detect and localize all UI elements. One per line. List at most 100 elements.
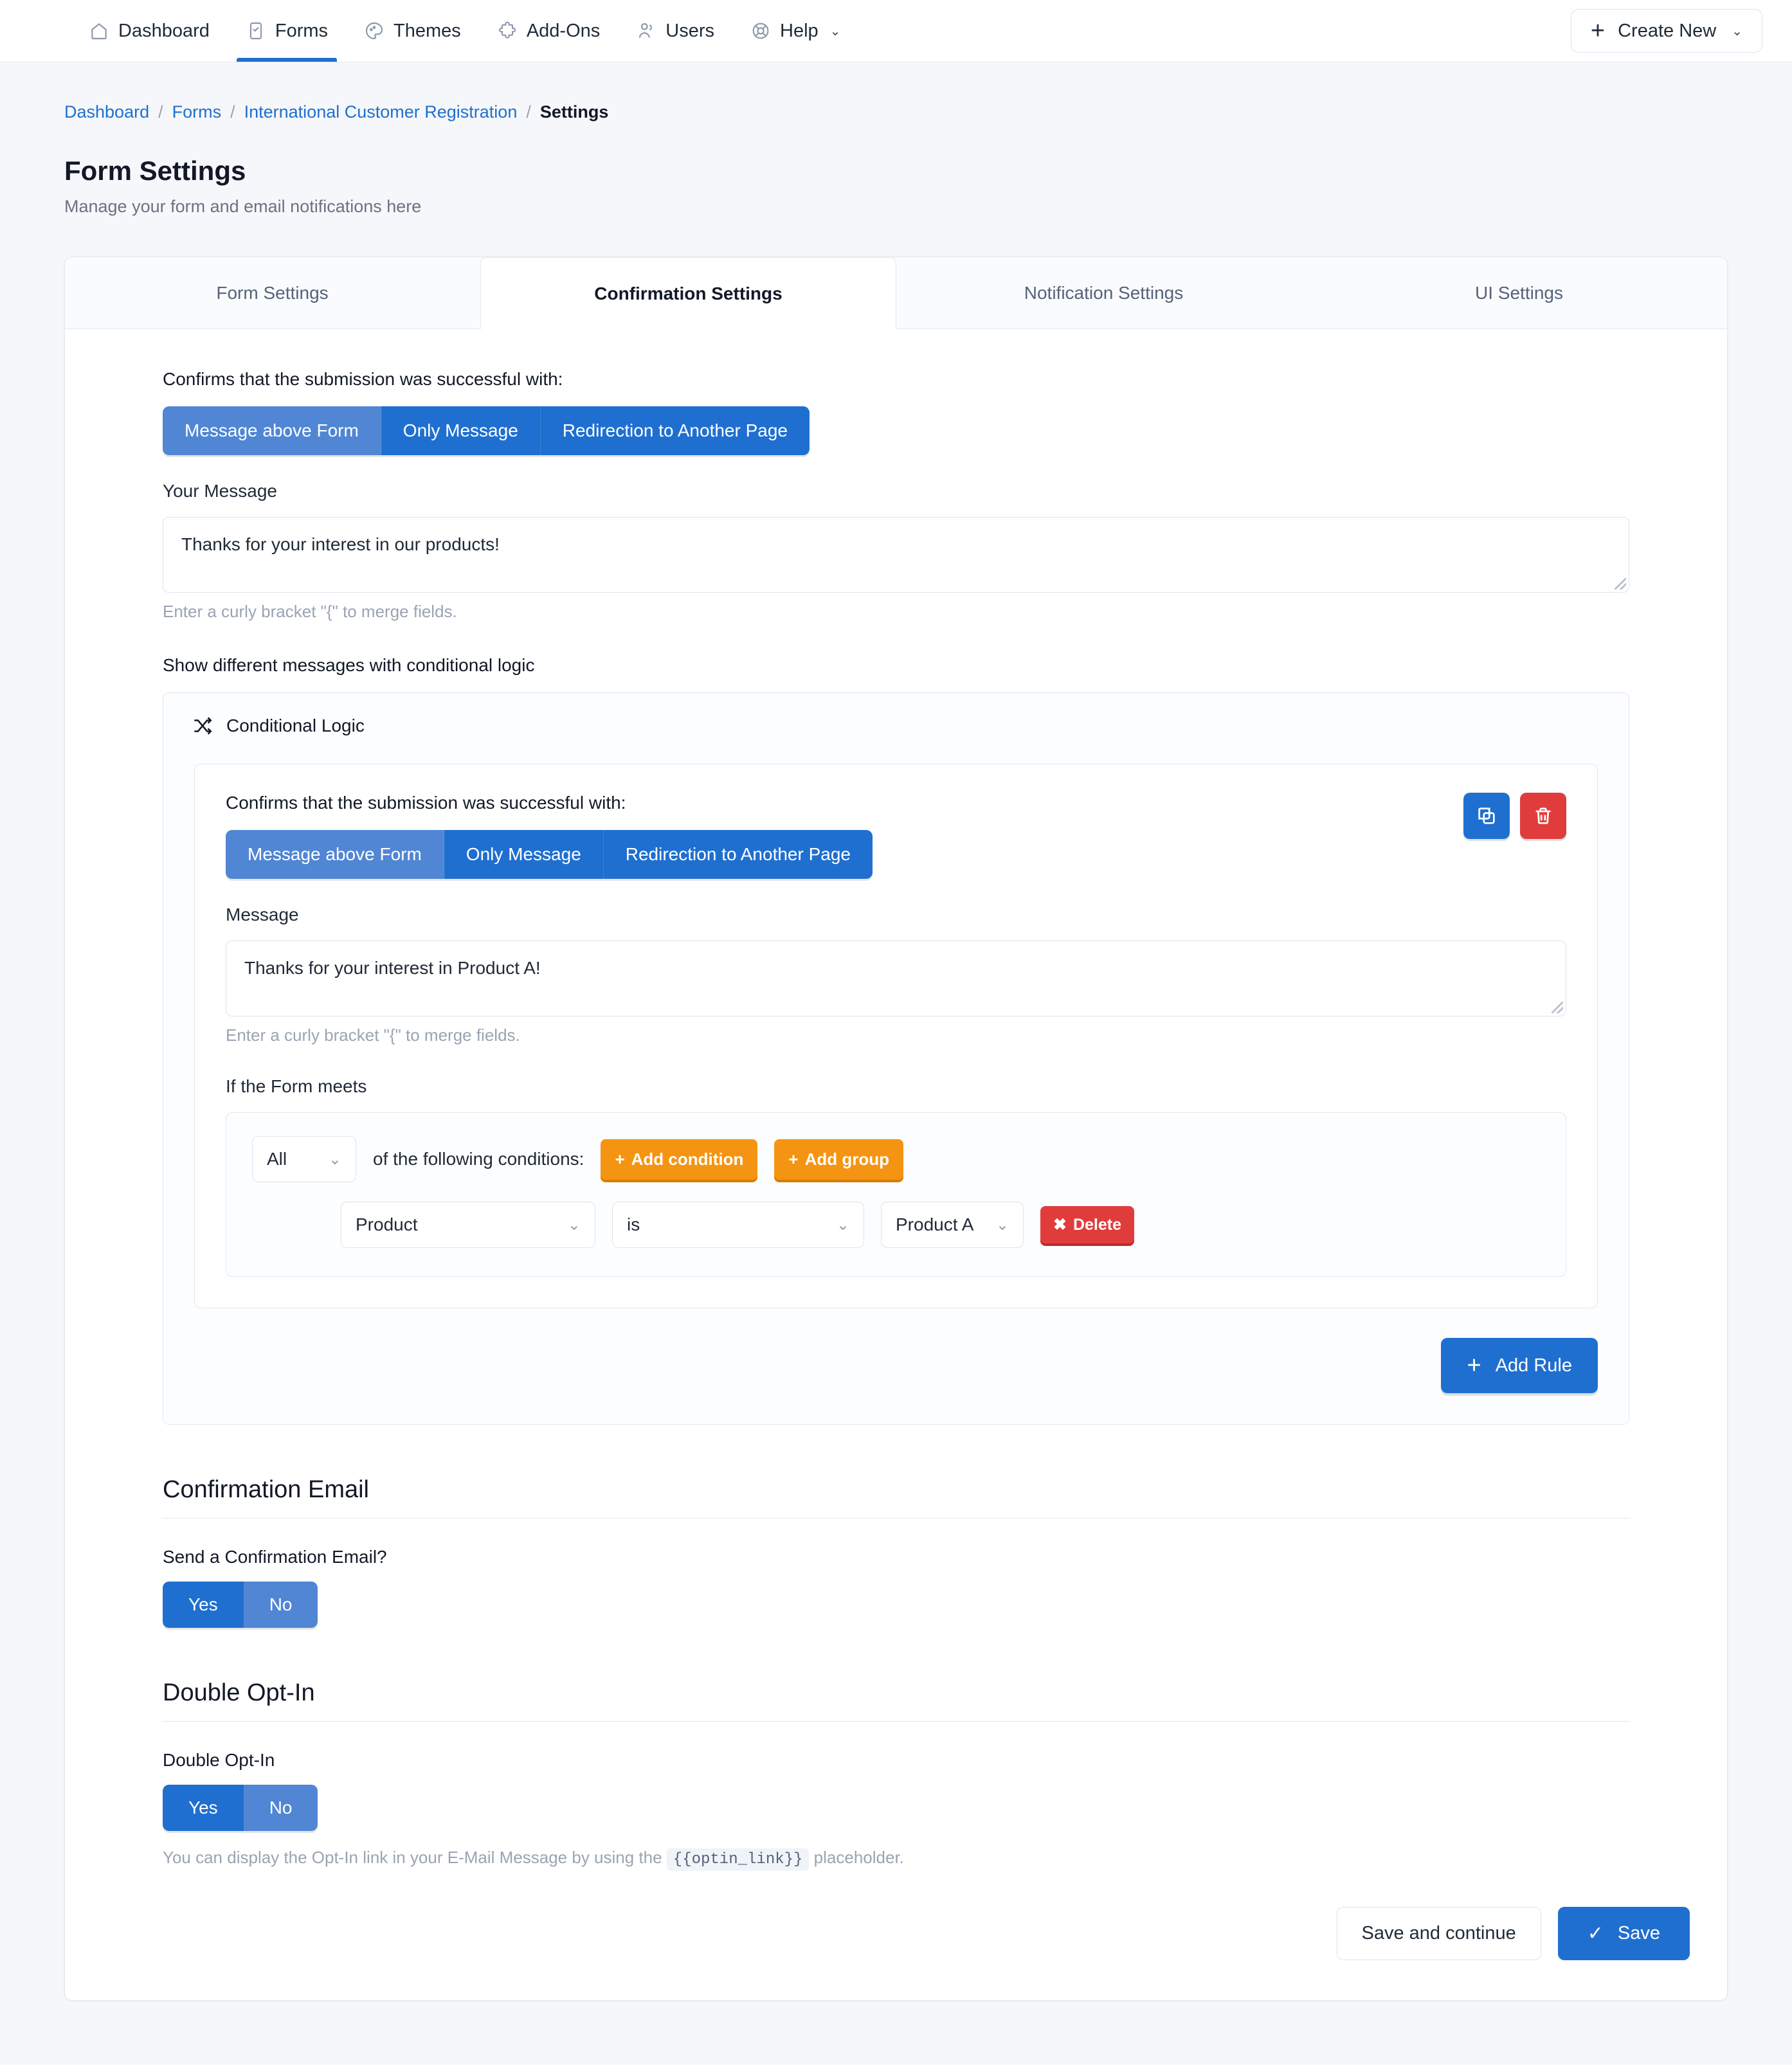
- shuffle-icon: [192, 715, 213, 737]
- conditions-controls-row: All ⌄ of the following conditions: + Add…: [252, 1136, 1540, 1182]
- rule-confirms-label: Confirms that the submission was success…: [226, 793, 626, 813]
- page-subtitle: Manage your form and email notifications…: [64, 197, 422, 216]
- chevron-down-icon: ⌄: [829, 24, 841, 39]
- card-footer: Save and continue ✓ Save: [65, 1868, 1727, 2000]
- home-icon: [89, 21, 109, 41]
- add-rule-row: + Add Rule: [163, 1308, 1629, 1424]
- nav-item-label: Themes: [394, 20, 461, 41]
- condition-row: Product ⌄ is ⌄ Product A ⌄ ✖ Delete: [252, 1202, 1540, 1248]
- breadcrumb-current: Settings: [539, 102, 609, 122]
- rule-actions: [1463, 793, 1566, 839]
- double-optin-toggle: Yes No: [163, 1785, 318, 1831]
- send-confirmation-email-toggle: Yes No: [163, 1582, 318, 1628]
- create-new-button[interactable]: + Create New ⌄: [1570, 9, 1762, 53]
- your-message-label: Your Message: [163, 481, 277, 501]
- mode-redirection[interactable]: Redirection to Another Page: [540, 406, 810, 455]
- conditions-suffix-label: of the following conditions:: [373, 1149, 584, 1169]
- delete-rule-button[interactable]: [1520, 793, 1566, 839]
- tab-confirmation-settings[interactable]: Confirmation Settings: [480, 257, 896, 329]
- nav-items: Dashboard Forms Themes Add-Ons Users Hel…: [71, 0, 858, 62]
- match-type-value: All: [267, 1149, 287, 1169]
- plus-icon: +: [1467, 1352, 1481, 1379]
- nav-item-label: Forms: [275, 20, 329, 41]
- mode-message-above-form[interactable]: Message above Form: [163, 406, 381, 455]
- tab-ui-settings[interactable]: UI Settings: [1312, 257, 1727, 329]
- chevron-down-icon: ⌄: [328, 1150, 341, 1168]
- condition-field-select[interactable]: Product ⌄: [341, 1202, 595, 1248]
- rule-mode-message-above-form[interactable]: Message above Form: [226, 830, 444, 879]
- double-optin-hint: You can display the Opt-In link in your …: [163, 1848, 1629, 1871]
- users-icon: [636, 21, 656, 41]
- confirmation-email-section-title: Confirmation Email: [163, 1476, 1629, 1519]
- add-group-button[interactable]: + Add group: [774, 1139, 903, 1180]
- trash-icon: [1535, 807, 1551, 824]
- nav-item-label: Dashboard: [118, 20, 210, 41]
- rule-message-hint: Enter a curly bracket "{" to merge field…: [226, 1025, 520, 1045]
- page-container: Dashboard / Forms / International Custom…: [0, 62, 1792, 2001]
- create-new-label: Create New: [1618, 20, 1717, 41]
- send-confirmation-email-no[interactable]: No: [243, 1582, 318, 1628]
- save-button[interactable]: ✓ Save: [1557, 1907, 1690, 1960]
- conditions-box: All ⌄ of the following conditions: + Add…: [226, 1112, 1566, 1277]
- your-message-textarea[interactable]: [163, 517, 1629, 593]
- copy-rule-button[interactable]: [1463, 793, 1510, 839]
- copy-icon: [1478, 807, 1495, 824]
- lifebuoy-icon: [750, 21, 771, 41]
- top-navigation-bar: Dashboard Forms Themes Add-Ons Users Hel…: [0, 0, 1792, 62]
- condition-value-select[interactable]: Product A ⌄: [881, 1202, 1024, 1248]
- if-form-meets-label: If the Form meets: [226, 1076, 367, 1096]
- nav-item-users[interactable]: Users: [618, 0, 732, 62]
- match-type-select[interactable]: All ⌄: [252, 1136, 356, 1182]
- condition-field-value: Product: [356, 1214, 418, 1234]
- double-optin-no[interactable]: No: [243, 1785, 318, 1831]
- confirmation-mode-segmented: Message above Form Only Message Redirect…: [163, 406, 810, 455]
- plus-icon: +: [788, 1149, 799, 1169]
- puzzle-icon: [497, 21, 518, 41]
- breadcrumb-separator: /: [526, 102, 531, 122]
- form-check-icon: [246, 21, 266, 41]
- double-optin-label: Double Opt-In: [163, 1750, 275, 1770]
- condition-operator-value: is: [627, 1214, 640, 1234]
- conditional-logic-panel: Conditional Logic Confirms that the subm…: [163, 692, 1629, 1425]
- page-title: Form Settings: [64, 156, 246, 186]
- rule-message-textarea[interactable]: [226, 941, 1566, 1016]
- chevron-down-icon: ⌄: [1732, 24, 1742, 39]
- breadcrumb-dashboard[interactable]: Dashboard: [64, 102, 149, 122]
- breadcrumb-separator: /: [230, 102, 235, 122]
- breadcrumb-forms[interactable]: Forms: [172, 102, 222, 122]
- breadcrumb-form-name[interactable]: International Customer Registration: [244, 102, 518, 122]
- your-message-hint: Enter a curly bracket "{" to merge field…: [163, 602, 457, 621]
- plus-icon: +: [615, 1149, 625, 1169]
- nav-item-themes[interactable]: Themes: [346, 0, 479, 62]
- tab-notification-settings[interactable]: Notification Settings: [896, 257, 1312, 329]
- settings-tabs: Form Settings Confirmation Settings Noti…: [65, 257, 1727, 329]
- nav-item-dashboard[interactable]: Dashboard: [71, 0, 228, 62]
- nav-item-label: Help: [780, 20, 819, 41]
- confirms-label: Confirms that the submission was success…: [163, 369, 563, 389]
- rule-mode-only-message[interactable]: Only Message: [444, 830, 604, 879]
- add-group-label: Add group: [804, 1149, 889, 1169]
- chevron-down-icon: ⌄: [567, 1216, 581, 1234]
- nav-item-add-ons[interactable]: Add-Ons: [479, 0, 618, 62]
- send-confirmation-email-yes[interactable]: Yes: [163, 1582, 244, 1628]
- settings-card: Form Settings Confirmation Settings Noti…: [64, 257, 1728, 2001]
- add-condition-button[interactable]: + Add condition: [601, 1139, 758, 1180]
- save-and-continue-button[interactable]: Save and continue: [1336, 1907, 1541, 1960]
- your-message-field-wrap: [163, 517, 1629, 593]
- mode-only-message[interactable]: Only Message: [381, 406, 541, 455]
- add-rule-button[interactable]: + Add Rule: [1441, 1338, 1598, 1393]
- nav-item-help[interactable]: Help ⌄: [732, 0, 858, 62]
- rule-mode-redirection[interactable]: Redirection to Another Page: [603, 830, 873, 879]
- nav-item-forms[interactable]: Forms: [228, 0, 346, 62]
- add-rule-label: Add Rule: [1495, 1355, 1572, 1376]
- condition-operator-select[interactable]: is ⌄: [612, 1202, 864, 1248]
- check-icon: ✓: [1587, 1923, 1604, 1944]
- tab-form-settings[interactable]: Form Settings: [65, 257, 480, 329]
- chevron-down-icon: ⌄: [995, 1216, 1009, 1234]
- conditional-logic-header: Conditional Logic: [163, 693, 1629, 755]
- breadcrumb: Dashboard / Forms / International Custom…: [64, 62, 1728, 122]
- delete-condition-button[interactable]: ✖ Delete: [1040, 1206, 1134, 1243]
- double-optin-yes[interactable]: Yes: [163, 1785, 244, 1831]
- plus-icon: +: [1590, 17, 1606, 44]
- double-optin-hint-before: You can display the Opt-In link in your …: [163, 1848, 662, 1867]
